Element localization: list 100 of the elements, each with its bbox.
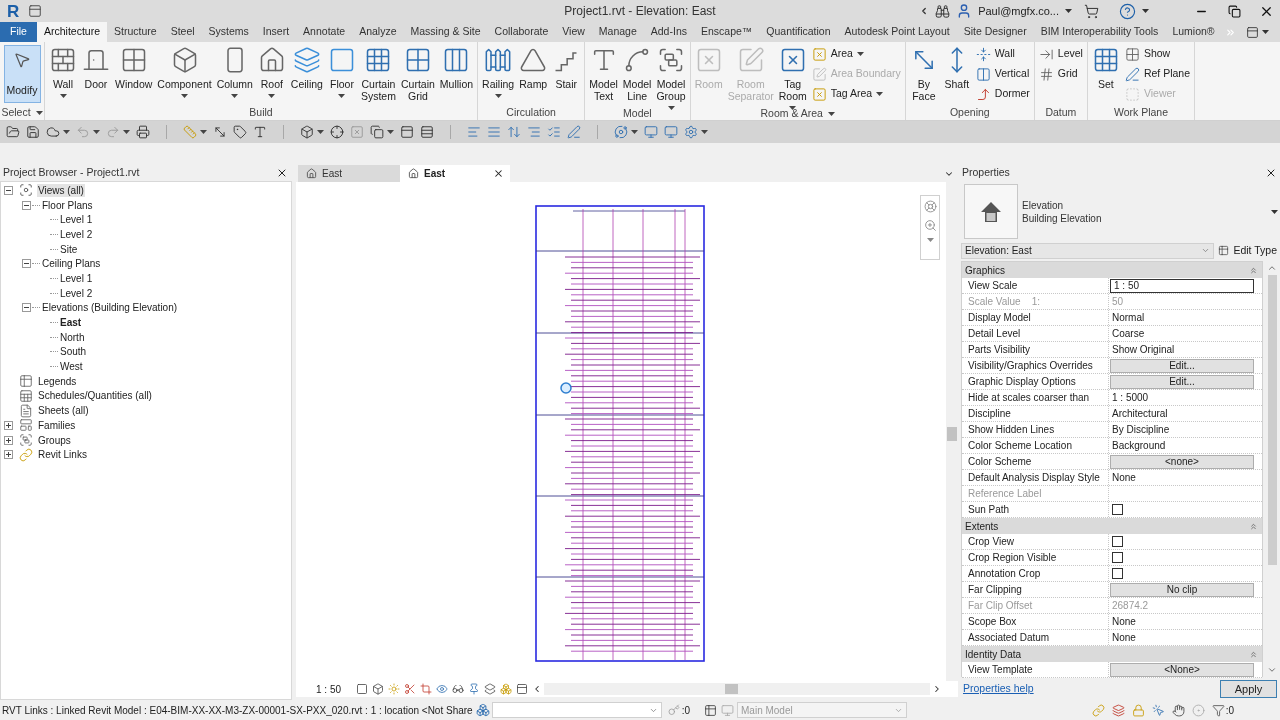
apply-button[interactable]: Apply [1220, 679, 1277, 698]
checkbox[interactable] [1112, 568, 1123, 579]
property-button[interactable]: Edit... [1110, 374, 1254, 389]
collapse-icon[interactable] [22, 200, 31, 210]
rows-icon[interactable] [420, 125, 434, 139]
document-tab[interactable]: East [400, 165, 510, 182]
ribbon-tab[interactable]: Site Designer [956, 22, 1034, 42]
close-icon[interactable] [493, 168, 504, 179]
file-tab[interactable]: File [0, 22, 37, 42]
expand-icon[interactable] [4, 450, 13, 460]
vertical-scrollbar[interactable] [946, 182, 958, 681]
box-icon[interactable] [372, 683, 384, 695]
tree-item[interactable]: Families [37, 418, 77, 432]
ribbon-button[interactable]: Ref Plane [1122, 64, 1193, 84]
tree-item[interactable]: Schedules/Quantities (all) [37, 389, 153, 403]
print-icon[interactable] [136, 125, 150, 139]
collapse-icon[interactable] [4, 185, 13, 195]
text-icon[interactable] [253, 125, 267, 139]
app-logo[interactable]: R [7, 2, 20, 20]
navigation-bar[interactable] [920, 195, 940, 260]
property-button[interactable]: Edit... [1110, 358, 1254, 373]
ribbon-tab[interactable]: Structure [107, 22, 164, 42]
steering-wheel-icon[interactable] [923, 200, 937, 213]
cloud-icon[interactable] [46, 125, 60, 139]
ribbon-button[interactable]: Curtain Grid [398, 42, 437, 102]
cart-icon[interactable] [1084, 3, 1099, 19]
glasses-icon[interactable] [452, 683, 464, 695]
document-tab[interactable]: East [298, 165, 400, 182]
ribbon-tab[interactable]: Manage [591, 22, 644, 42]
save-icon[interactable] [26, 125, 40, 139]
tree-item[interactable]: West [59, 360, 84, 374]
tree-item[interactable]: Sheets (all) [37, 404, 90, 418]
horizontal-scrollbar[interactable] [544, 683, 930, 695]
boxes-icon[interactable] [475, 703, 490, 717]
chevron-left-icon[interactable] [532, 684, 542, 694]
value-input[interactable]: 1 : 50 [1110, 278, 1254, 293]
crosshair-icon[interactable] [330, 125, 344, 139]
list-checks-icon[interactable] [547, 125, 561, 139]
ribbon-button[interactable]: Curtain System [358, 42, 398, 102]
panel-icon[interactable] [400, 125, 414, 139]
ribbon-button[interactable]: Grid [1036, 64, 1085, 84]
ribbon-button[interactable]: Roof [255, 42, 288, 98]
orbit-icon[interactable] [614, 125, 628, 139]
ribbon-button[interactable]: Window [113, 42, 155, 90]
checkbox[interactable] [1112, 504, 1123, 515]
ribbon-button[interactable]: Wall [47, 42, 79, 98]
section-header[interactable]: Identity Data [962, 646, 1262, 662]
expand-icon[interactable] [4, 435, 13, 445]
ribbon-button[interactable]: Railing [480, 42, 517, 98]
tree-item[interactable]: Floor Plans [41, 198, 94, 212]
crop-icon[interactable] [420, 683, 432, 695]
tree-item[interactable]: Level 2 [59, 227, 94, 241]
tree-item[interactable]: East [59, 316, 83, 330]
user-name[interactable]: Paul@mgfx.co... [978, 2, 1059, 20]
box-icon[interactable] [300, 125, 314, 139]
eye-icon[interactable] [436, 683, 448, 695]
checkbox[interactable] [1112, 536, 1123, 547]
ribbon-tab[interactable]: Analyze [352, 22, 404, 42]
ribbon-button[interactable]: Area [809, 44, 903, 64]
window-icon[interactable] [28, 4, 43, 18]
ribbon-tab[interactable]: Systems [201, 22, 256, 42]
ribbon-tab[interactable]: Massing & Site [403, 22, 488, 42]
ribbon-tab[interactable]: Add-Ins [643, 22, 694, 42]
checkbox[interactable] [1112, 552, 1123, 563]
ribbon-button[interactable]: Model Line [620, 42, 654, 102]
ribbon-button[interactable]: Set [1089, 42, 1122, 90]
tree-item[interactable]: Level 1 [59, 213, 94, 227]
tree-item[interactable]: Legends [37, 374, 78, 388]
monitor-icon[interactable] [644, 125, 658, 139]
ribbon-tab[interactable]: Lumion® [1165, 22, 1222, 42]
ribbon-button[interactable]: Component [155, 42, 214, 98]
property-button[interactable]: No clip [1110, 582, 1254, 597]
expand-icon[interactable] [4, 420, 13, 430]
help-link[interactable]: Properties help [963, 680, 1034, 697]
ribbon-button[interactable]: Mullion [437, 42, 476, 90]
ribbon-button[interactable]: Column [214, 42, 255, 98]
layers-icon[interactable] [484, 683, 496, 695]
dropdown-field[interactable] [491, 702, 662, 718]
ribbon-button[interactable]: By Face [907, 42, 940, 102]
ribbon-tab[interactable]: Collaborate [487, 22, 556, 42]
ribbon-tab[interactable]: BIM Interoperability Tools [1033, 22, 1166, 42]
instance-dropdown[interactable]: Elevation: East [961, 242, 1215, 259]
dot-circle-icon[interactable] [1191, 703, 1205, 717]
panel-menu-button[interactable]: Select [0, 105, 44, 120]
view-scale[interactable]: 1 : 50 [316, 681, 356, 697]
tree-item[interactable]: Revit Links [37, 448, 88, 462]
square-icon[interactable] [356, 683, 368, 695]
tree-item[interactable]: Views (all) [37, 183, 85, 197]
property-button[interactable]: <none> [1110, 454, 1254, 469]
ribbon-button[interactable]: Level [1036, 44, 1085, 64]
property-button[interactable]: <None> [1110, 662, 1254, 677]
scissors-icon[interactable] [404, 683, 416, 695]
ribbon-tab[interactable]: Autodesk Point Layout [837, 22, 957, 42]
monitor-icon[interactable] [664, 125, 678, 139]
tree-item[interactable]: Site [59, 242, 79, 256]
ribbon-button[interactable]: Model Group [654, 42, 688, 110]
tree-item[interactable]: Level 1 [59, 271, 94, 285]
table-icon[interactable] [704, 703, 717, 717]
settings-icon[interactable] [684, 125, 698, 139]
chevron-right-icon[interactable] [932, 684, 942, 694]
